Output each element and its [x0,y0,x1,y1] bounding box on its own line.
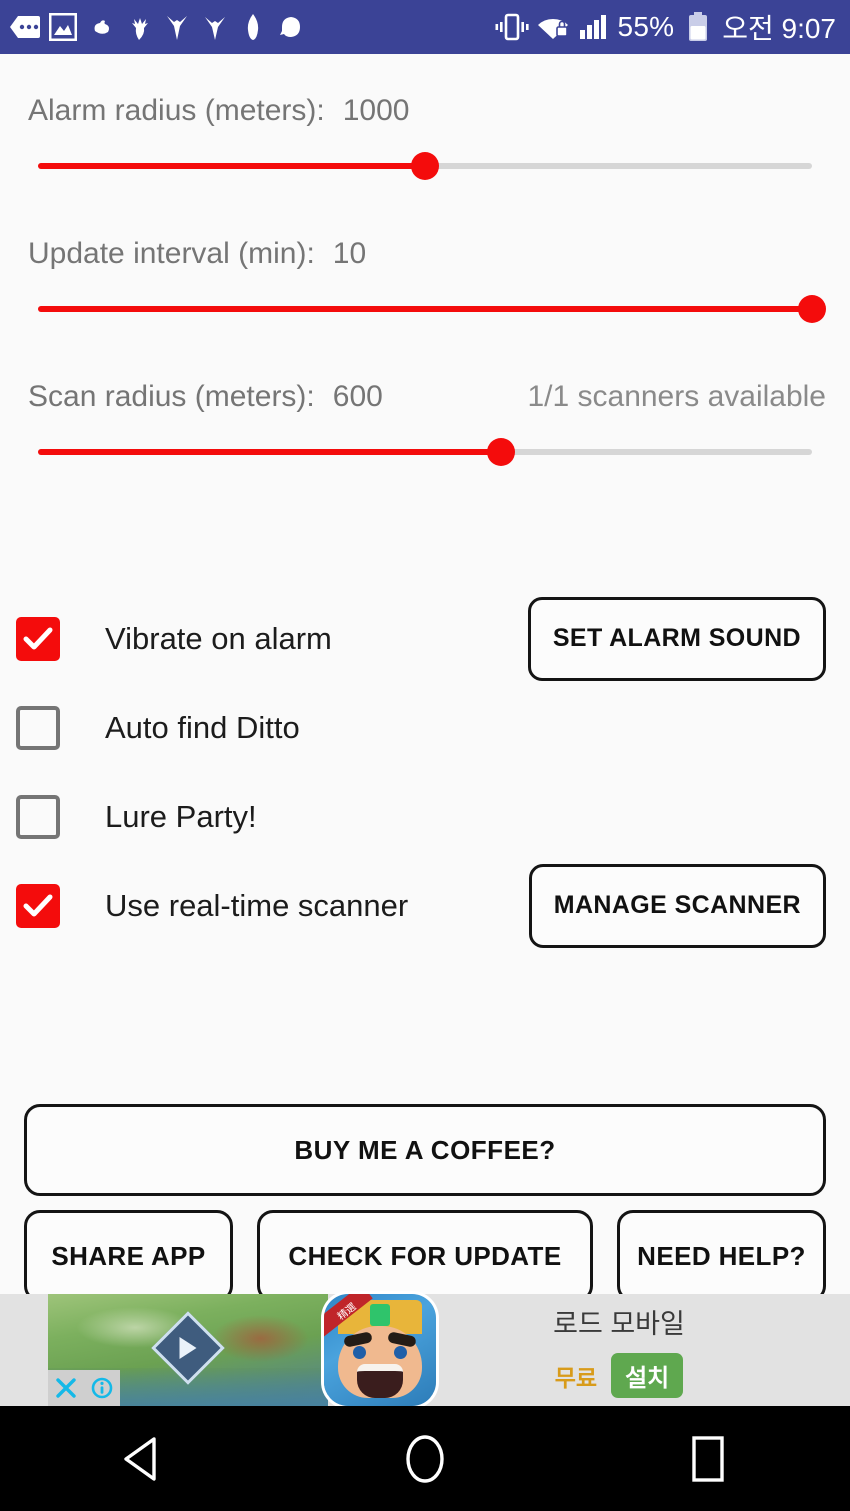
checkbox-auto-find-ditto[interactable] [16,705,60,750]
pokemon-shape-5-icon [236,10,270,44]
checkbox-row-use-real-time-scanner[interactable]: Use real-time scanner MANAGE SCANNER [0,861,850,950]
ad-text-block: 로드 모바일 무료 설치 [436,1294,850,1406]
message-dots-icon [8,10,42,44]
checkbox-label-lure-party: Lure Party! [105,798,257,834]
cellular-signal-icon [577,10,611,44]
close-x-icon[interactable] [48,1370,84,1406]
ad-free-label: 무료 [554,1364,598,1391]
checkbox-use-real-time-scanner[interactable] [16,883,60,928]
alarm-radius-fill [38,163,425,169]
status-bar-notification-icons [8,10,495,44]
info-icon[interactable] [84,1370,120,1406]
scanners-available-label: 1/1 scanners available [527,380,826,413]
checkbox-label-use-real-time-scanner: Use real-time scanner [105,887,409,923]
battery-percent-label: 55% [617,11,675,42]
update-interval-fill [38,306,812,312]
clock-label: 오전 9:07 [722,13,836,44]
checkbox-row-vibrate-on-alarm[interactable]: Vibrate on alarm SET ALARM SOUND [0,594,850,683]
ad-icon-eye-right [394,1346,407,1359]
buy-me-a-coffee-button[interactable]: BUY ME A COFFEE? [24,1104,826,1196]
recents-square-icon[interactable] [648,1406,768,1511]
check-for-update-button[interactable]: CHECK FOR UPDATE [257,1210,593,1302]
pokemon-shape-3-icon [160,10,194,44]
update-interval-slider[interactable] [0,289,850,329]
status-bar-system-icons: 55% 오전 9:07 [495,7,836,47]
checkbox-row-lure-party[interactable]: Lure Party! [0,772,850,861]
alarm-radius-label-row: Alarm radius (meters): 1000 [0,94,850,128]
checkbox-lure-party[interactable] [16,794,60,839]
checkbox-label-auto-find-ditto: Auto find Ditto [105,709,300,745]
scan-radius-fill [38,449,501,455]
scan-radius-label: Scan radius (meters): [28,380,315,413]
alarm-radius-slider[interactable] [0,146,850,186]
scan-radius-slider[interactable] [0,432,850,472]
alarm-radius-label: Alarm radius (meters): [28,94,325,127]
bottom-button-group: BUY ME A COFFEE? SHARE APP CHECK FOR UPD… [0,1104,850,1302]
need-help-button[interactable]: NEED HELP? [617,1210,826,1302]
setting-scan-radius: Scan radius (meters): 600 1/1 scanners a… [0,380,850,472]
checkbox-vibrate-on-alarm[interactable] [16,616,60,661]
pokemon-shape-1-icon [84,10,118,44]
ad-app-icon[interactable]: 精選 [324,1294,436,1406]
scan-radius-label-row: Scan radius (meters): 600 1/1 scanners a… [0,380,850,414]
update-interval-thumb[interactable] [798,295,826,323]
update-interval-label: Update interval (min): [28,237,315,270]
checkbox-list: Vibrate on alarm SET ALARM SOUND Auto fi… [0,594,850,950]
share-app-button[interactable]: SHARE APP [24,1210,233,1302]
update-interval-label-row: Update interval (min): 10 [0,237,850,271]
ad-icon-gem [370,1304,390,1326]
battery-icon [681,10,715,44]
checkbox-label-vibrate-on-alarm: Vibrate on alarm [105,620,332,656]
bottom-button-row: SHARE APP CHECK FOR UPDATE NEED HELP? [24,1210,826,1302]
status-bar: 55% 오전 9:07 [0,0,850,54]
update-interval-value: 10 [332,237,367,270]
ad-cta-row: 무료 설치 [555,1353,684,1398]
ad-terrain-troops [210,1314,312,1364]
scan-radius-value: 600 [332,380,383,413]
pokemon-shape-2-icon [122,10,156,44]
pokemon-shape-4-icon [198,10,232,44]
pokemon-shape-6-icon [274,10,308,44]
home-circle-icon[interactable] [365,1406,485,1511]
alarm-radius-thumb[interactable] [411,152,439,180]
setting-update-interval: Update interval (min): 10 [0,237,850,329]
manage-scanner-button[interactable]: MANAGE SCANNER [528,863,826,948]
phone-screen: 55% 오전 9:07 Alarm radius (meters): 1000 … [0,0,850,1511]
back-triangle-icon[interactable] [82,1406,202,1511]
play-icon[interactable] [179,1336,197,1359]
scan-radius-thumb[interactable] [486,438,515,466]
ad-icon-mouth [357,1364,403,1398]
android-navigation-bar [0,1406,850,1511]
ad-icon-eye-left [353,1346,366,1359]
ad-banner[interactable]: 精選 로드 모바일 무료 설치 [0,1294,850,1406]
set-alarm-sound-button[interactable]: SET ALARM SOUND [527,596,826,681]
ad-badge-group [48,1370,120,1406]
settings-content: Alarm radius (meters): 1000 Update inter… [0,54,850,1344]
vibrate-icon [495,10,529,44]
wifi-lock-icon [536,10,570,44]
image-icon [46,10,80,44]
ad-title: 로드 모바일 [553,1309,685,1339]
setting-alarm-radius: Alarm radius (meters): 1000 [0,94,850,186]
checkbox-row-auto-find-ditto[interactable]: Auto find Ditto [0,683,850,772]
alarm-radius-value: 1000 [342,94,410,127]
ad-install-button[interactable]: 설치 [611,1353,684,1398]
ad-preview-image[interactable] [48,1294,328,1406]
